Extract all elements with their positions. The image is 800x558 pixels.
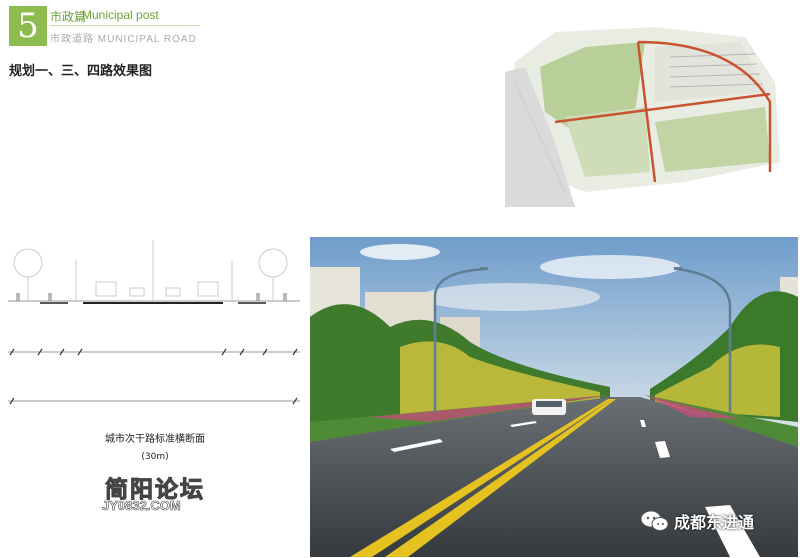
section-width: (30m) <box>141 452 169 462</box>
category-cn: 市政篇 <box>50 10 87 24</box>
header-rule <box>50 25 200 26</box>
wechat-icon <box>640 510 669 531</box>
header-subtitle: 市政道路 MUNICIPAL ROAD <box>50 30 197 45</box>
road-cross-section <box>8 240 300 405</box>
forum-logo-url: JY0832.COM <box>102 498 181 514</box>
site-plan-map <box>505 22 787 207</box>
subtitle-en: MUNICIPAL ROAD <box>97 34 197 45</box>
wechat-watermark: 成都东进通 <box>640 509 754 533</box>
page-title: 规划一、三、四路效果图 <box>9 64 153 79</box>
watermark-text: 成都东进通 <box>674 513 755 532</box>
subtitle-cn: 市政道路 <box>50 34 94 45</box>
section-number: 5 <box>9 6 47 46</box>
section-caption: 城市次干路标准横断面 <box>105 434 205 445</box>
category-en: Municipal post <box>82 8 159 22</box>
